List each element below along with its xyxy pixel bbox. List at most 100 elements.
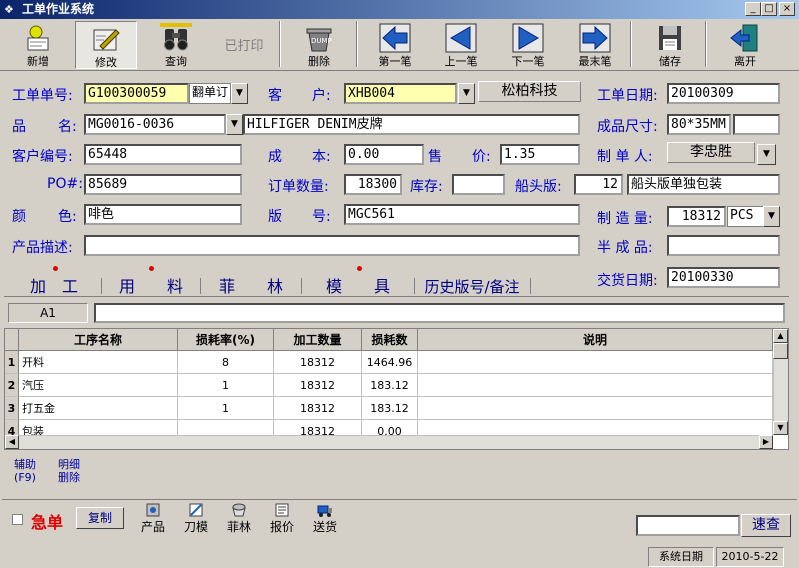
plate-no-field[interactable]: MGC561 [344,204,580,225]
urgent-checkbox[interactable] [12,514,23,525]
query-button[interactable]: 查询 [145,21,207,69]
cell-reference-box[interactable]: A1 [8,303,88,323]
die-tool-button[interactable]: 刀模 [178,502,214,535]
product-name-field[interactable]: HILFIGER DENIM皮牌 [243,114,580,135]
delete-button[interactable]: DUMP 删除 [288,21,350,69]
grid-header-loss-rate[interactable]: 损耗率(%) [178,329,274,351]
order-qty-field[interactable]: 18300 [344,174,402,195]
manufacture-qty-label: 制 造 量: [597,211,653,227]
maximize-button[interactable]: □ [761,2,777,16]
order-no-field[interactable]: G100300059 [84,83,189,104]
cost-field[interactable]: 0.00 [344,144,424,165]
notes-cell[interactable] [418,351,773,374]
scroll-left-icon[interactable]: ◀ [5,435,19,449]
next-record-button[interactable]: 下一笔 [497,21,559,69]
scroll-thumb[interactable] [773,343,788,359]
tab-processing-label: 加 工 [29,277,78,296]
cell-value-field[interactable] [94,303,785,323]
order-mode-select[interactable]: 翻单订 [189,83,231,104]
notes-cell[interactable] [418,397,773,420]
process-name-cell[interactable]: 汽压 [19,374,178,397]
size-extra-field[interactable] [733,114,780,135]
grid-header-loss-qty[interactable]: 损耗数 [362,329,418,351]
process-name-cell[interactable]: 开料 [19,351,178,374]
process-grid[interactable]: 工序名称 损耗率(%) 加工数量 损耗数 说明 1 开料 8 18312 1464.96… [4,328,789,450]
loss-rate-cell[interactable]: 1 [178,397,274,420]
quick-search-input[interactable] [636,515,740,536]
film-tool-button[interactable]: 菲林 [221,502,257,535]
customer-code-field[interactable]: XHB004 [344,83,457,104]
prev-record-button[interactable]: 上一笔 [430,21,492,69]
quote-tool-button[interactable]: 报价 [264,502,300,535]
assist-button[interactable]: 辅助 (F9) [14,458,36,484]
process-qty-cell[interactable]: 18312 [274,397,362,420]
new-button[interactable]: 新增 [7,21,69,69]
quick-search-button[interactable]: 速查 [741,514,791,537]
product-dropdown-icon[interactable]: ▼ [226,114,243,135]
scroll-up-icon[interactable]: ▲ [773,329,788,343]
customer-no-field[interactable]: 65448 [84,144,242,165]
customer-dropdown-icon[interactable]: ▼ [458,83,475,104]
row-number: 1 [5,351,19,374]
loss-rate-cell[interactable]: 1 [178,374,274,397]
process-qty-cell[interactable]: 18312 [274,351,362,374]
edit-button[interactable]: 修改 [75,21,137,69]
unit-select[interactable]: PCS [727,206,764,227]
tab-processing-dot [53,266,58,271]
maker-dropdown-icon[interactable]: ▼ [757,144,776,165]
minimize-button[interactable]: _ [745,2,761,16]
grid-horizontal-scrollbar[interactable] [5,435,773,449]
product-label-1: 品 [12,119,26,135]
grid-header-process-qty[interactable]: 加工数量 [274,329,362,351]
scroll-down-icon[interactable]: ▼ [773,421,788,435]
plate-no-label-2: 号: [312,209,331,225]
price-label-2: 价: [472,149,491,165]
row-number: 2 [5,374,19,397]
first-record-button[interactable]: 第一笔 [364,21,426,69]
head-plate-field[interactable]: 12 [574,174,623,195]
save-button[interactable]: 储存 [639,21,701,69]
truck-icon [317,505,332,517]
toolbar: 新增 修改 查询 已打印 DUMP 删除 第一笔 上一笔 下一笔 最末笔 储存 … [0,19,799,71]
exit-button[interactable]: 离开 [714,21,776,69]
manufacture-qty-field[interactable]: 18312 [667,206,726,227]
detail-delete-button[interactable]: 明细 删除 [58,458,80,484]
loss-qty-cell[interactable]: 183.12 [362,374,418,397]
close-button[interactable]: × [779,2,795,16]
process-qty-cell[interactable]: 18312 [274,374,362,397]
po-field[interactable]: 85689 [84,174,242,195]
color-field[interactable]: 啡色 [84,204,242,225]
semi-product-field[interactable] [667,235,780,256]
loss-qty-cell[interactable]: 1464.96 [362,351,418,374]
order-mode-dropdown-icon[interactable]: ▼ [231,83,248,104]
head-plate-desc-field[interactable]: 船头版单独包装 [627,174,780,195]
grid-header-process-name[interactable]: 工序名称 [19,329,178,351]
product-code-field[interactable]: MG0016-0036 [84,114,226,135]
toolbar-separator [630,21,632,67]
loss-qty-cell[interactable]: 183.12 [362,397,418,420]
die-tool-label: 刀模 [183,520,208,534]
quote-tool-label: 报价 [269,520,294,534]
stock-field[interactable] [452,174,505,195]
grid-header-notes[interactable]: 说明 [418,329,773,351]
process-name-cell[interactable]: 打五金 [19,397,178,420]
product-tool-button[interactable]: 产品 [135,502,171,535]
description-field[interactable] [84,235,580,256]
tab-divider [530,278,531,294]
last-record-button[interactable]: 最末笔 [564,21,626,69]
scroll-right-icon[interactable]: ▶ [759,435,773,449]
delivery-tool-button[interactable]: 送货 [307,502,343,535]
tab-divider [414,278,415,294]
notes-cell[interactable] [418,374,773,397]
loss-rate-cell[interactable]: 8 [178,351,274,374]
delivery-date-field[interactable]: 20100330 [667,267,780,288]
order-date-field[interactable]: 20100309 [667,83,780,104]
window-title: 工单作业系统 [22,2,95,16]
copy-button[interactable]: 复制 [76,507,124,529]
price-field[interactable]: 1.35 [500,144,580,165]
pen-icon [93,29,120,51]
detail-label: 明细 [58,458,80,471]
size-field[interactable]: 80*35MM [667,114,731,135]
unit-dropdown-icon[interactable]: ▼ [763,206,780,227]
tab-baseline [4,296,789,297]
